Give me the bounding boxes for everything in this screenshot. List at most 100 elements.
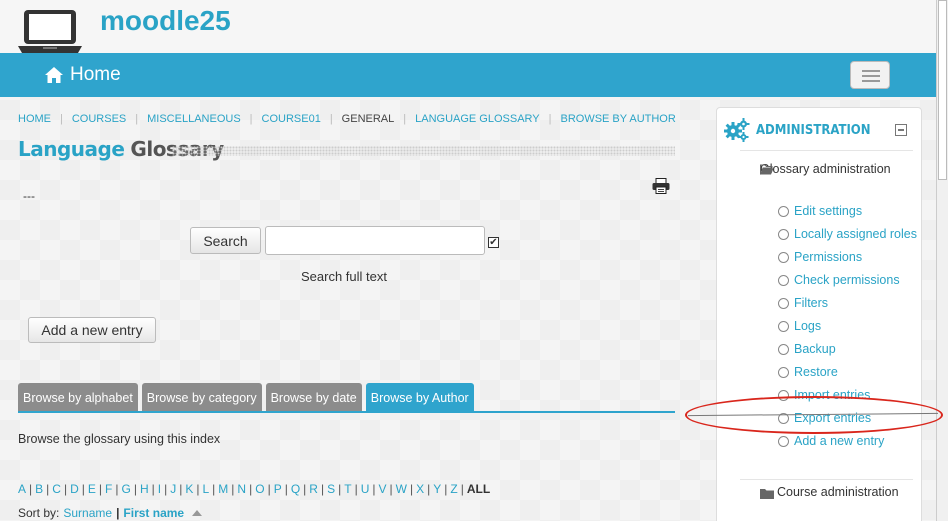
folder-open-icon xyxy=(760,164,774,175)
tab-browse-date[interactable]: Browse by date xyxy=(265,383,362,412)
alphabet-all[interactable]: ALL xyxy=(467,482,490,496)
alphabet-letter-r[interactable]: R xyxy=(309,482,318,496)
alphabet-letter-y[interactable]: Y xyxy=(433,482,441,496)
admin-item-restore[interactable]: Restore xyxy=(778,362,918,382)
course-administration-label: Course administration xyxy=(777,485,899,499)
sort-prefix: Sort by: xyxy=(18,506,60,520)
alphabet-separator: | xyxy=(427,482,431,496)
admin-item-edit-settings[interactable]: Edit settings xyxy=(778,201,918,221)
browse-info: Browse the glossary using this index xyxy=(18,432,221,446)
sort-surname-link[interactable]: Surname xyxy=(63,506,112,520)
bullet-icon xyxy=(778,252,789,263)
alphabet-index: A | B | C | D | E | F | G | H | I | J | K | L | M | N | O | P | Q | R | S | T |… xyxy=(18,482,490,496)
alphabet-separator: | xyxy=(196,482,200,496)
alphabet-letter-n[interactable]: N xyxy=(237,482,246,496)
alphabet-letter-a[interactable]: A xyxy=(18,482,26,496)
breadcrumb-home[interactable]: HOME xyxy=(18,113,51,125)
menu-toggle-button[interactable] xyxy=(850,61,890,89)
glossary-administration-label: Glossary administration xyxy=(760,162,891,176)
bullet-icon xyxy=(778,321,789,332)
bullet-icon xyxy=(778,275,789,286)
alphabet-separator: | xyxy=(46,482,50,496)
glossary-intro: --- xyxy=(23,189,35,203)
admin-item-permissions[interactable]: Permissions xyxy=(778,247,918,267)
search-input[interactable] xyxy=(265,226,485,255)
alphabet-letter-e[interactable]: E xyxy=(88,482,96,496)
bullet-icon xyxy=(778,367,789,378)
home-label: Home xyxy=(70,64,121,85)
bullet-icon xyxy=(778,229,789,240)
breadcrumb-miscellaneous[interactable]: MISCELLANEOUS xyxy=(147,113,241,125)
fulltext-label: Search full text xyxy=(301,269,387,284)
sort-row: Sort by: Surname | First name xyxy=(18,506,203,520)
bullet-icon xyxy=(778,344,789,355)
breadcrumb-browse-by-author[interactable]: BROWSE BY AUTHOR xyxy=(560,113,675,125)
tab-browse-category[interactable]: Browse by category xyxy=(141,383,262,412)
alphabet-letter-h[interactable]: H xyxy=(140,482,149,496)
alphabet-separator: | xyxy=(267,482,271,496)
alphabet-letter-m[interactable]: M xyxy=(218,482,228,496)
alphabet-separator: | xyxy=(320,482,325,496)
alphabet-separator: | xyxy=(460,482,464,496)
add-entry-button[interactable]: Add a new entry xyxy=(28,317,156,343)
bullet-icon xyxy=(778,436,789,447)
site-name[interactable]: moodle25 xyxy=(100,5,231,37)
alphabet-separator: | xyxy=(284,482,288,496)
alphabet-letter-f[interactable]: F xyxy=(105,482,112,496)
folder-icon xyxy=(760,489,774,499)
alphabet-letter-o[interactable]: O xyxy=(255,482,264,496)
breadcrumb-course01[interactable]: COURSE01 xyxy=(262,113,321,125)
alphabet-letter-z[interactable]: Z xyxy=(450,482,457,496)
glossary-administration-node[interactable]: Glossary administration xyxy=(760,159,910,180)
admin-item-filters[interactable]: Filters xyxy=(778,293,918,313)
home-icon xyxy=(45,67,63,83)
alphabet-separator: | xyxy=(63,482,68,496)
alphabet-letter-v[interactable]: V xyxy=(379,482,387,496)
admin-item-check-permissions[interactable]: Check permissions xyxy=(778,270,918,290)
breadcrumb: HOME | COURSES | MISCELLANEOUS | COURSE01 | … xyxy=(18,113,676,125)
alphabet-letter-s[interactable]: S xyxy=(327,482,335,496)
breadcrumb-courses[interactable]: COURSES xyxy=(72,113,126,125)
alphabet-letter-p[interactable]: P xyxy=(274,482,282,496)
navbar: Home xyxy=(0,53,936,97)
laptop-icon[interactable] xyxy=(17,8,83,54)
sort-firstname-link[interactable]: First name xyxy=(123,506,184,520)
alphabet-letter-g[interactable]: G xyxy=(121,482,130,496)
admin-item-locally-assigned-roles[interactable]: Locally assigned roles xyxy=(778,224,918,244)
course-administration-node[interactable]: Course administration xyxy=(760,485,899,499)
alphabet-letter-i[interactable]: I xyxy=(158,482,161,496)
browse-tabs: Browse by alphabet Browse by category Br… xyxy=(18,383,474,412)
alphabet-separator: | xyxy=(115,482,119,496)
alphabet-letter-u[interactable]: U xyxy=(361,482,370,496)
alphabet-letter-w[interactable]: W xyxy=(396,482,407,496)
admin-item-logs[interactable]: Logs xyxy=(778,316,918,336)
alphabet-letter-k[interactable]: K xyxy=(185,482,193,496)
alphabet-separator: | xyxy=(372,482,376,496)
breadcrumb-language-glossary[interactable]: LANGUAGE GLOSSARY xyxy=(415,113,540,125)
alphabet-letter-l[interactable]: L xyxy=(202,482,209,496)
fulltext-checkbox[interactable]: ✔ xyxy=(488,237,499,248)
administration-title: ADMINISTRATION xyxy=(756,122,871,138)
alphabet-letter-j[interactable]: J xyxy=(170,482,176,496)
search-button[interactable]: Search xyxy=(190,227,261,254)
print-icon[interactable] xyxy=(652,178,670,194)
alphabet-separator: | xyxy=(303,482,307,496)
alphabet-separator: | xyxy=(249,482,253,496)
alphabet-letter-x[interactable]: X xyxy=(416,482,424,496)
collapse-icon[interactable] xyxy=(895,124,907,136)
alphabet-letter-b[interactable]: B xyxy=(35,482,43,496)
admin-item-backup[interactable]: Backup xyxy=(778,339,918,359)
scrollbar-thumb[interactable] xyxy=(938,0,947,180)
tab-browse-alphabet[interactable]: Browse by alphabet xyxy=(18,383,138,412)
admin-item-add-new-entry[interactable]: Add a new entry xyxy=(778,431,918,451)
alphabet-separator: | xyxy=(133,482,137,496)
tab-browse-author[interactable]: Browse by Author xyxy=(365,383,474,412)
alphabet-letter-q[interactable]: Q xyxy=(291,482,300,496)
alphabet-letter-c[interactable]: C xyxy=(52,482,61,496)
home-link[interactable]: Home xyxy=(44,64,121,86)
menu-icon xyxy=(862,70,880,72)
alphabet-separator: | xyxy=(98,482,103,496)
alphabet-letter-d[interactable]: D xyxy=(70,482,79,496)
sort-ascending-icon xyxy=(192,510,203,516)
alphabet-letter-t[interactable]: T xyxy=(344,482,351,496)
